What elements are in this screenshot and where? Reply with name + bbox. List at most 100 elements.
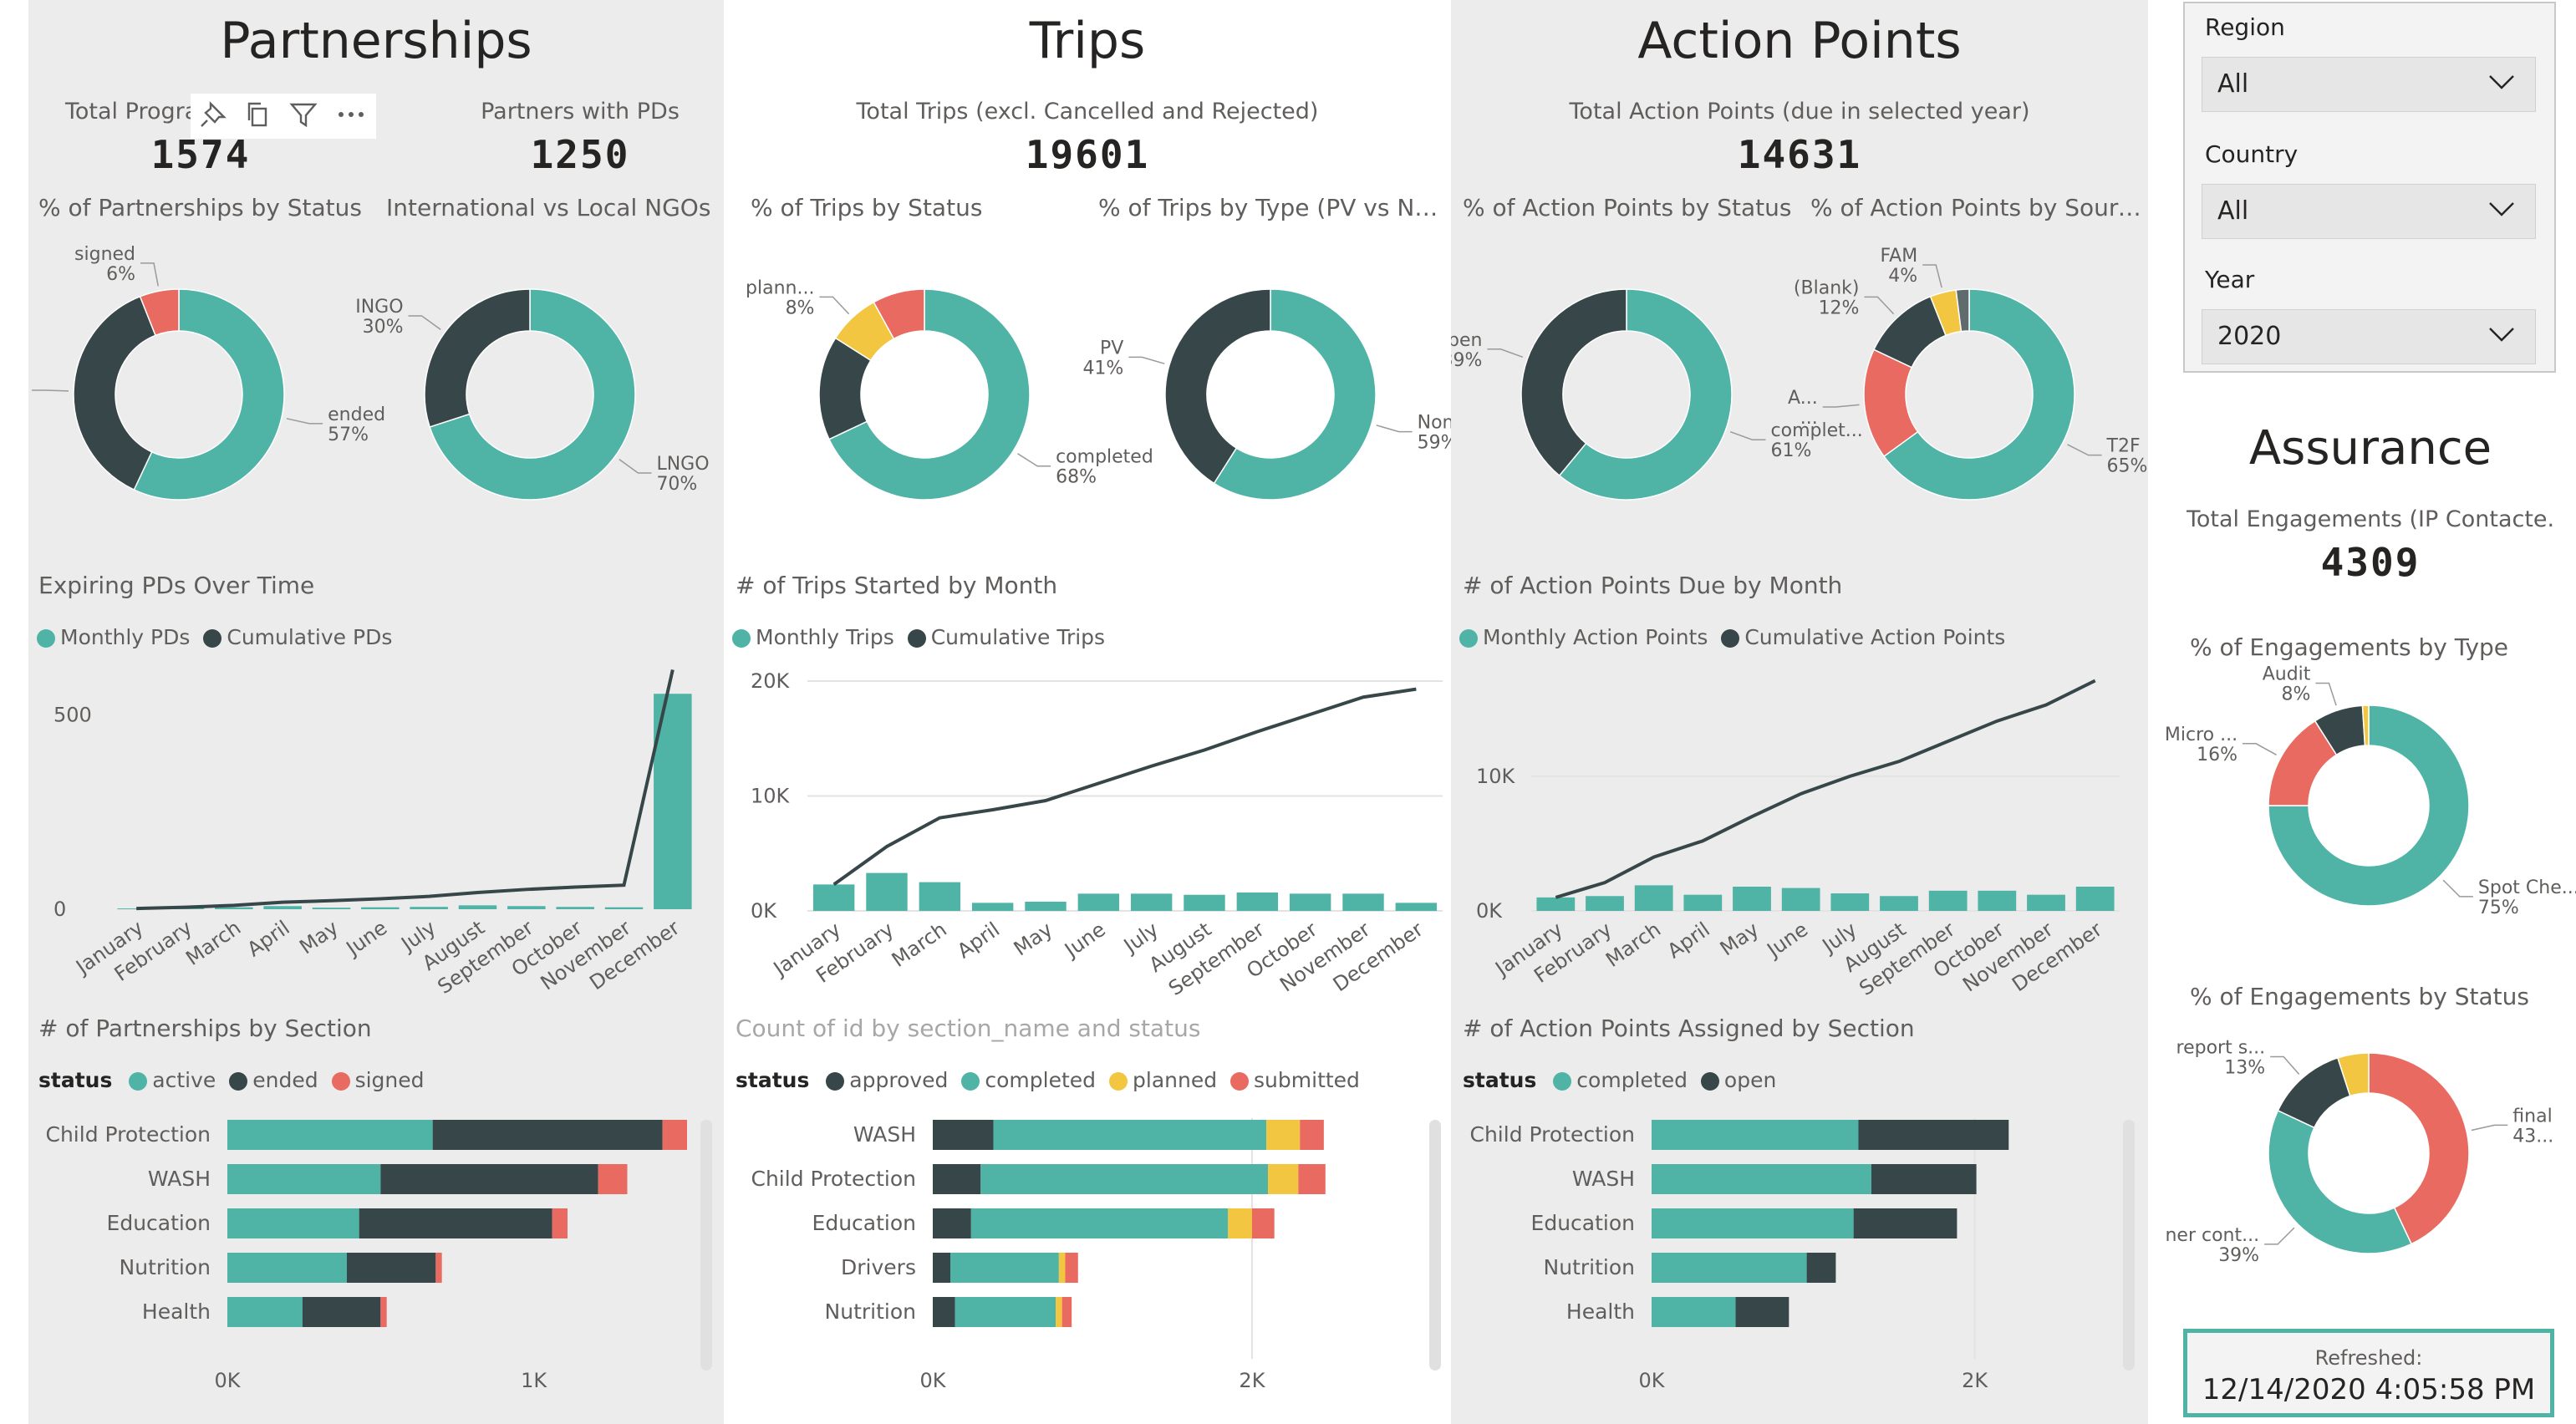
chevron-down-icon (2487, 193, 2517, 230)
bar-segment-planned (1228, 1208, 1252, 1238)
action-points-section-scrollbar[interactable] (2123, 1120, 2135, 1371)
x-tick-label: 0K (214, 1369, 241, 1392)
partnerships-panel: Partnerships Total Progra 1574 Partners … (28, 0, 724, 1424)
donut-label: report s... (2176, 1037, 2266, 1058)
category-label: Nutrition (1544, 1255, 1635, 1279)
bar-segment-signed (662, 1120, 687, 1150)
donut-leader-line (2270, 1055, 2300, 1075)
copy-icon[interactable] (244, 100, 272, 132)
donut-percent-label: 39% (2218, 1245, 2259, 1266)
category-label: Child Protection (751, 1167, 917, 1191)
bar-segment-completed (1652, 1164, 1871, 1194)
donut-label: partner cont... (2165, 1225, 2259, 1246)
filter-icon[interactable] (289, 100, 318, 132)
bar-segment-completed (993, 1120, 1267, 1150)
year-label: Year (2205, 266, 2255, 293)
donut-percent-label: 13% (2224, 1057, 2265, 1078)
bar-segment-open (1871, 1164, 1977, 1194)
visual-header-toolbar (191, 94, 376, 139)
bar-segment-active (227, 1297, 303, 1327)
category-label: Health (142, 1299, 211, 1324)
donut-leader-line (2471, 1124, 2508, 1132)
refresh-label: Refreshed: (2314, 1346, 2423, 1370)
donut-leader-line (2264, 1227, 2295, 1245)
category-label: Nutrition (825, 1299, 916, 1324)
year-selected-value: 2020 (2217, 322, 2282, 351)
category-label: WASH (148, 1167, 211, 1191)
category-label: WASH (853, 1122, 916, 1147)
chevron-down-icon (2487, 318, 2517, 355)
bar-segment-active (227, 1253, 347, 1283)
chevron-down-icon (2487, 66, 2517, 103)
category-label: Education (812, 1211, 916, 1235)
country-label: Country (2205, 140, 2299, 168)
refresh-timestamp: 12/14/2020 4:05:58 PM (2202, 1373, 2536, 1406)
bar-segment-ended (380, 1164, 598, 1194)
bar-segment-open (1735, 1297, 1789, 1327)
region-selected-value: All (2217, 69, 2249, 99)
bar-segment-completed (1652, 1297, 1736, 1327)
bar-segment-open (1853, 1208, 1957, 1238)
bar-segment-completed (1652, 1253, 1807, 1283)
bar-segment-signed (552, 1208, 568, 1238)
donut-percent-label: 43... (2512, 1126, 2553, 1147)
trips-panel: Trips Total Trips (excl. Cancelled and R… (724, 0, 1451, 1424)
bar-segment-active (227, 1120, 433, 1150)
bar-segment-planned (1266, 1120, 1301, 1150)
category-label: WASH (1572, 1167, 1635, 1191)
year-dropdown[interactable]: 2020 (2202, 309, 2536, 364)
bar-segment-submitted (1061, 1297, 1072, 1327)
bar-segment-signed (435, 1253, 442, 1283)
bar-segment-active (227, 1164, 381, 1194)
bar-segment-completed (955, 1297, 1056, 1327)
region-label: Region (2205, 13, 2285, 41)
donut-label: final (2512, 1106, 2552, 1126)
bar-segment-planned (1058, 1253, 1066, 1283)
filter-panel: Region All Country All Year 2020 (2183, 2, 2556, 373)
pin-icon[interactable] (199, 100, 227, 132)
partnerships-section-scrollbar[interactable] (700, 1120, 712, 1371)
bar-segment-completed (980, 1164, 1269, 1194)
action-points-panel: Action Points Total Action Points (due i… (1451, 0, 2148, 1424)
bar-segment-completed (1652, 1208, 1854, 1238)
category-label: Health (1566, 1299, 1635, 1324)
category-label: Education (1531, 1211, 1635, 1235)
bar-segment-approved (933, 1120, 994, 1150)
category-label: Drivers (841, 1255, 916, 1279)
bar-segment-signed (598, 1164, 628, 1194)
bar-segment-planned (1056, 1297, 1062, 1327)
bar-segment-submitted (1251, 1208, 1275, 1238)
bar-segment-planned (1268, 1164, 1299, 1194)
trips-by-section-chart[interactable]: 0K 2K WASH Child Protection Education Drivers… (724, 0, 1451, 1424)
partnerships-by-section-chart[interactable]: 0K 1K Child Protection WASH Education Nutriti… (28, 0, 724, 1424)
country-dropdown[interactable]: All (2202, 184, 2536, 239)
bar-segment-completed (950, 1253, 1059, 1283)
bar-segment-signed (380, 1297, 387, 1327)
category-label: Child Protection (1470, 1122, 1636, 1147)
refresh-card: Refreshed: 12/14/2020 4:05:58 PM (2183, 1329, 2554, 1417)
region-dropdown[interactable]: All (2202, 57, 2536, 112)
bar-segment-ended (432, 1120, 663, 1150)
bar-segment-ended (302, 1297, 381, 1327)
x-tick-label: 0K (919, 1369, 946, 1392)
x-tick-label: 2K (1239, 1369, 1265, 1392)
country-selected-value: All (2217, 196, 2249, 226)
bar-segment-completed (970, 1208, 1229, 1238)
bar-segment-submitted (1298, 1164, 1326, 1194)
bar-segment-active (227, 1208, 359, 1238)
trips-section-scrollbar[interactable] (1429, 1120, 1441, 1371)
bar-segment-completed (1652, 1120, 1859, 1150)
category-label: Nutrition (120, 1255, 211, 1279)
bar-segment-approved (933, 1253, 951, 1283)
bar-segment-ended (359, 1208, 552, 1238)
bar-segment-approved (933, 1164, 981, 1194)
x-tick-label: 0K (1638, 1369, 1665, 1392)
more-options-icon[interactable] (334, 100, 368, 132)
bar-segment-submitted (1065, 1253, 1078, 1283)
bar-segment-open (1858, 1120, 2009, 1150)
action-points-by-section-chart[interactable]: 0K 2K Child Protection WASH Education Nutriti… (1451, 0, 2148, 1424)
bar-segment-open (1806, 1253, 1836, 1283)
assurance-panel: Assurance Total Engagements (IP Contacte… (2165, 393, 2576, 1320)
bar-segment-approved (933, 1297, 955, 1327)
engagements-status-donut[interactable]: final43... partner cont...39% report s...1… (2165, 393, 2576, 1320)
